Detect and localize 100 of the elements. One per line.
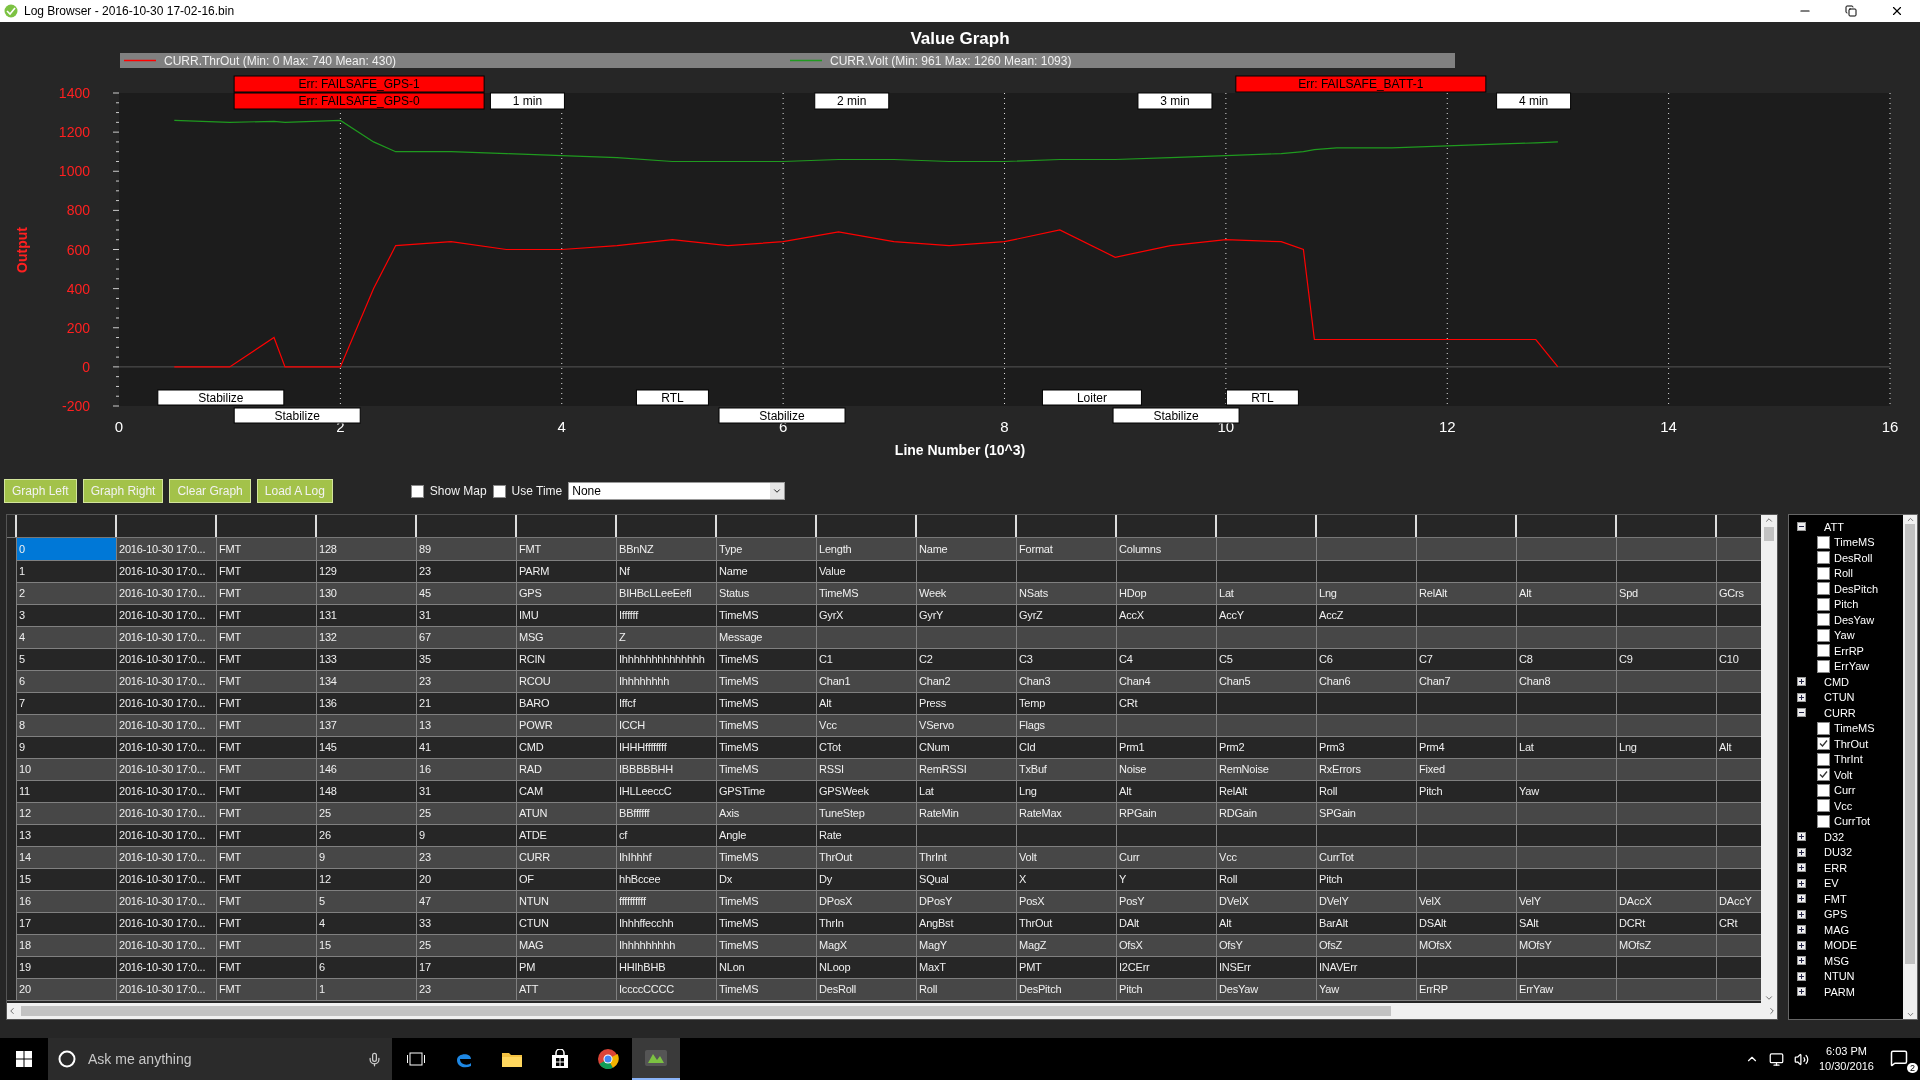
- tree-item[interactable]: ErrYaw: [1834, 660, 1870, 673]
- tree-item[interactable]: D32: [1824, 830, 1845, 843]
- checkbox[interactable]: [1817, 582, 1830, 596]
- collapse-icon[interactable]: [1797, 708, 1806, 718]
- checkbox[interactable]: [492, 484, 506, 498]
- table-row[interactable]: 20 2016-10-30 17:0... FMT 1 23 ATT IccccCCCC TimeMS DesRoll Roll DesPitch Pitch DesYaw Yaw ErrRP ErrYaw: [7, 977, 1761, 1000]
- checkbox[interactable]: [1817, 628, 1830, 642]
- table-row[interactable]: 0 2016-10-30 17:0... FMT 128 89 FMT BBnNZ Type Length Name Format Columns: [7, 537, 1761, 560]
- checkbox[interactable]: [1817, 613, 1830, 627]
- table-row[interactable]: 6 2016-10-30 17:0... FMT 134 23 RCOU Ihhhhhhhh TimeMS Chan1 Chan2 Chan3 Chan4 Chan5 Chan6 Chan7 Chan8: [7, 669, 1761, 692]
- tree-item[interactable]: Roll: [1834, 567, 1853, 580]
- expand-icon[interactable]: [1797, 677, 1806, 687]
- checkbox[interactable]: [410, 484, 424, 498]
- table-row[interactable]: 15 2016-10-30 17:0... FMT 12 20 OF hhBccee Dx Dy SQual X Y Roll Pitch: [7, 867, 1761, 890]
- checkbox[interactable]: [1817, 721, 1830, 735]
- scroll-thumb[interactable]: [21, 1005, 1391, 1016]
- search-field[interactable]: Ask me anything: [48, 1038, 392, 1080]
- collapse-icon[interactable]: [1797, 522, 1806, 532]
- table-row[interactable]: 18 2016-10-30 17:0... FMT 15 25 MAG Ihhhhhhhhh TimeMS MagX MagY MagZ OfsX OfsY OfsZ MOfsX MOfsY MOfsZ: [7, 933, 1761, 956]
- expand-icon[interactable]: [1797, 925, 1806, 935]
- table-row[interactable]: 4 2016-10-30 17:0... FMT 132 67 MSG Z Message: [7, 625, 1761, 648]
- checkbox[interactable]: [1817, 535, 1830, 549]
- table-row[interactable]: 17 2016-10-30 17:0... FMT 4 33 CTUN Ihhhffecchh TimeMS ThrIn AngBst ThrOut DAlt Alt BarAlt DSAlt SAlt DCRt CRt: [7, 911, 1761, 934]
- tree-item[interactable]: ErrRP: [1834, 644, 1864, 657]
- expand-icon[interactable]: [1797, 956, 1806, 966]
- expand-icon[interactable]: [1797, 863, 1806, 873]
- tree-item[interactable]: ThrOut: [1834, 737, 1869, 750]
- scroll-thumb[interactable]: [1905, 523, 1915, 964]
- clock-time[interactable]: 6:03 PM: [1826, 1044, 1867, 1059]
- tree-item[interactable]: Volt: [1834, 768, 1853, 781]
- table-row[interactable]: 14 2016-10-30 17:0... FMT 9 23 CURR IhIhhhf TimeMS ThrOut ThrInt Volt Curr Vcc CurrTot: [7, 845, 1761, 868]
- expand-icon[interactable]: [1797, 987, 1806, 997]
- checkbox[interactable]: [1817, 597, 1830, 611]
- table-row[interactable]: 2 2016-10-30 17:0... FMT 130 45 GPS BIHBcLLeeEefI Status TimeMS Week NSats HDop Lat Lng RelAlt Alt Spd GCrs: [7, 581, 1761, 604]
- tree-item[interactable]: DesRoll: [1834, 551, 1873, 564]
- tree-item[interactable]: FMT: [1824, 892, 1847, 905]
- tree-item[interactable]: DU32: [1824, 846, 1853, 859]
- checkbox[interactable]: [1817, 799, 1830, 813]
- tree-item[interactable]: NTUN: [1824, 970, 1855, 983]
- tree-item[interactable]: ATT: [1824, 520, 1844, 533]
- table-row[interactable]: 1 2016-10-30 17:0... FMT 129 23 PARM Nf Name Value: [7, 559, 1761, 582]
- tree-item[interactable]: MAG: [1824, 923, 1850, 936]
- tree-item[interactable]: GPS: [1824, 908, 1848, 921]
- table-row[interactable]: 5 2016-10-30 17:0... FMT 133 35 RCIN Ihhhhhhhhhhhhhh TimeMS C1 C2 C3 C4 C5 C6 C7 C8 C9 C10: [7, 647, 1761, 670]
- dropdown-select[interactable]: None: [568, 482, 786, 501]
- expand-icon[interactable]: [1797, 878, 1806, 888]
- tree-item[interactable]: TimeMS: [1834, 722, 1875, 735]
- app-button[interactable]: [632, 1038, 680, 1080]
- table-row[interactable]: 13 2016-10-30 17:0... FMT 26 9 ATDE cf Angle Rate: [7, 823, 1761, 846]
- checkbox[interactable]: [1817, 659, 1830, 673]
- tree-item[interactable]: DesYaw: [1834, 613, 1875, 626]
- expand-icon[interactable]: [1797, 909, 1806, 919]
- volume-icon[interactable]: [1793, 1051, 1809, 1067]
- table-row[interactable]: 16 2016-10-30 17:0... FMT 5 47 NTUN ffffffffff TimeMS DPosX DPosY PosX PosY DVelX DVelY VelX VelY DAccX DAccY: [7, 889, 1761, 912]
- scroll-left-icon[interactable]: [7, 1005, 17, 1016]
- checkbox[interactable]: [1817, 783, 1830, 797]
- checkbox[interactable]: [1817, 752, 1830, 766]
- row-header[interactable]: [7, 977, 17, 1001]
- network-icon[interactable]: [1768, 1051, 1784, 1067]
- tree-item[interactable]: MODE: [1824, 939, 1857, 952]
- table-row[interactable]: 11 2016-10-30 17:0... FMT 148 31 CAM IHLLeeccC GPSTime GPSWeek Lat Lng Alt RelAlt Roll Pitch Yaw: [7, 779, 1761, 802]
- tree-item[interactable]: DesPitch: [1834, 582, 1879, 595]
- tree-item[interactable]: TimeMS: [1834, 536, 1875, 549]
- tree-scrollbar[interactable]: [1903, 514, 1917, 1019]
- tree-item[interactable]: CurrTot: [1834, 815, 1871, 828]
- table-row[interactable]: 8 2016-10-30 17:0... FMT 137 13 POWR ICCH TimeMS Vcc VServo Flags: [7, 713, 1761, 736]
- microphone-icon[interactable]: [367, 1051, 382, 1067]
- expand-icon[interactable]: [1797, 971, 1806, 981]
- expand-icon[interactable]: [1797, 832, 1806, 842]
- tree-item[interactable]: Pitch: [1834, 598, 1859, 611]
- scroll-right-icon[interactable]: [1767, 1005, 1777, 1016]
- vertical-scrollbar[interactable]: [1761, 514, 1777, 1003]
- expand-icon[interactable]: [1797, 847, 1806, 857]
- checkbox[interactable]: [1817, 768, 1830, 782]
- expand-icon[interactable]: [1797, 692, 1806, 702]
- tree-item[interactable]: PARM: [1824, 985, 1855, 998]
- table-row[interactable]: 9 2016-10-30 17:0... FMT 145 41 CMD IHHHffffffff TimeMS CTot CNum CId Prm1 Prm2 Prm3 Prm4 Lat Lng Alt: [7, 735, 1761, 758]
- table-row[interactable]: 19 2016-10-30 17:0... FMT 6 17 PM HHIhBHB NLon NLoop MaxT PMT I2CErr INSErr INAVErr: [7, 955, 1761, 978]
- table-row[interactable]: 3 2016-10-30 17:0... FMT 131 31 IMU Iffffff TimeMS GyrX GyrY GyrZ AccX AccY AccZ: [7, 603, 1761, 626]
- search-input[interactable]: Ask me anything: [86, 1050, 357, 1068]
- expand-icon[interactable]: [1797, 894, 1806, 904]
- tree-item[interactable]: Vcc: [1834, 799, 1853, 812]
- checkbox[interactable]: [1817, 566, 1830, 580]
- tree-item[interactable]: CURR: [1824, 706, 1856, 719]
- clock-date[interactable]: 10/30/2016: [1818, 1059, 1874, 1074]
- checkbox[interactable]: [1817, 644, 1830, 658]
- tree-item[interactable]: CTUN: [1824, 691, 1855, 704]
- row-header[interactable]: [7, 537, 17, 561]
- tree-item[interactable]: Yaw: [1834, 629, 1855, 642]
- tree-item[interactable]: MSG: [1824, 954, 1850, 967]
- scroll-thumb[interactable]: [1764, 526, 1774, 541]
- checkbox[interactable]: [1817, 814, 1830, 828]
- checkbox[interactable]: [1817, 737, 1830, 751]
- table-row[interactable]: 12 2016-10-30 17:0... FMT 25 25 ATUN BBffffff Axis TuneStep RateMin RateMax RPGain RDGain SPGain: [7, 801, 1761, 824]
- checkbox[interactable]: [1817, 551, 1830, 565]
- expand-icon[interactable]: [1797, 940, 1806, 950]
- tree-item[interactable]: EV: [1824, 877, 1839, 890]
- tree-item[interactable]: ThrInt: [1834, 753, 1863, 766]
- table-row[interactable]: 10 2016-10-30 17:0... FMT 146 16 RAD IBBBBBHH TimeMS RSSI RemRSSI TxBuf Noise RemNoise RxErrors Fixed: [7, 757, 1761, 780]
- tree-item[interactable]: ERR: [1824, 861, 1848, 874]
